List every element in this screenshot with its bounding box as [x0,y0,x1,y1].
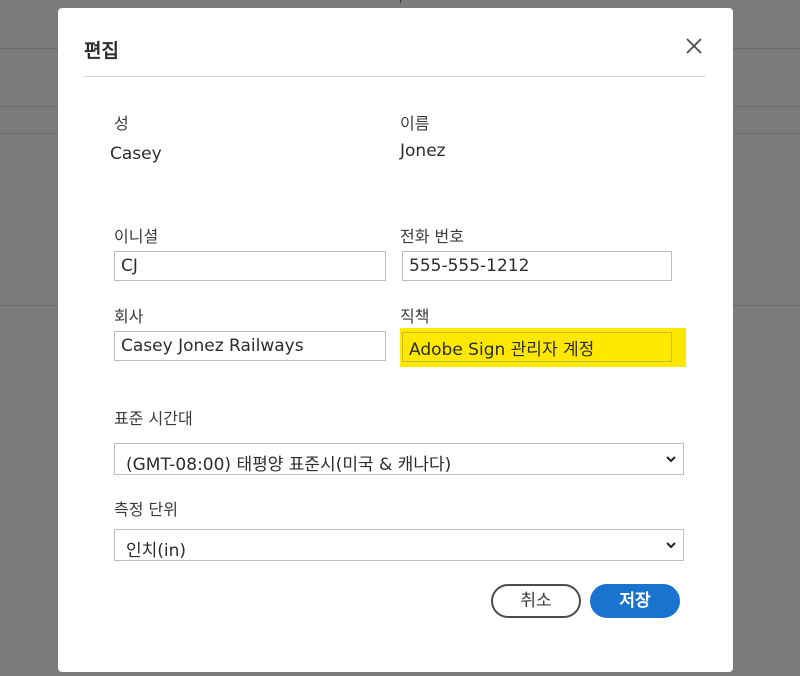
phone-field[interactable] [402,251,672,281]
company-label: 회사 [114,307,144,326]
close-button[interactable] [683,35,705,57]
initials-label: 이니셜 [114,227,159,246]
last-name-label: 성 [114,114,129,133]
last-name-value: Casey [110,144,162,164]
edit-dialog: 편집 성 Casey 이름 Jonez 이니셜 전화 번호 회사 직책 표준 시… [58,8,733,672]
background-tick [400,0,401,3]
units-select[interactable]: 인치(in) [114,529,684,561]
timezone-selected-value: (GMT-08:00) 태평양 표준시(미국 & 캐나다) [126,455,452,475]
units-selected-value: 인치(in) [126,541,187,561]
initials-field[interactable] [114,251,386,281]
save-button[interactable]: 저장 [590,584,680,618]
dialog-title: 편집 [84,40,119,62]
job-title-label: 직책 [400,307,430,326]
title-divider [84,76,706,77]
chevron-down-icon [666,542,676,549]
company-field[interactable] [114,331,386,361]
close-icon [686,38,702,54]
timezone-label: 표준 시간대 [114,409,193,428]
units-label: 측정 단위 [114,500,178,519]
phone-label: 전화 번호 [400,227,464,246]
first-name-label: 이름 [400,114,430,133]
timezone-select[interactable]: (GMT-08:00) 태평양 표준시(미국 & 캐나다) [114,443,684,475]
cancel-button[interactable]: 취소 [491,584,581,618]
chevron-down-icon [666,456,676,463]
first-name-value: Jonez [400,141,446,161]
job-title-field[interactable] [402,332,672,362]
